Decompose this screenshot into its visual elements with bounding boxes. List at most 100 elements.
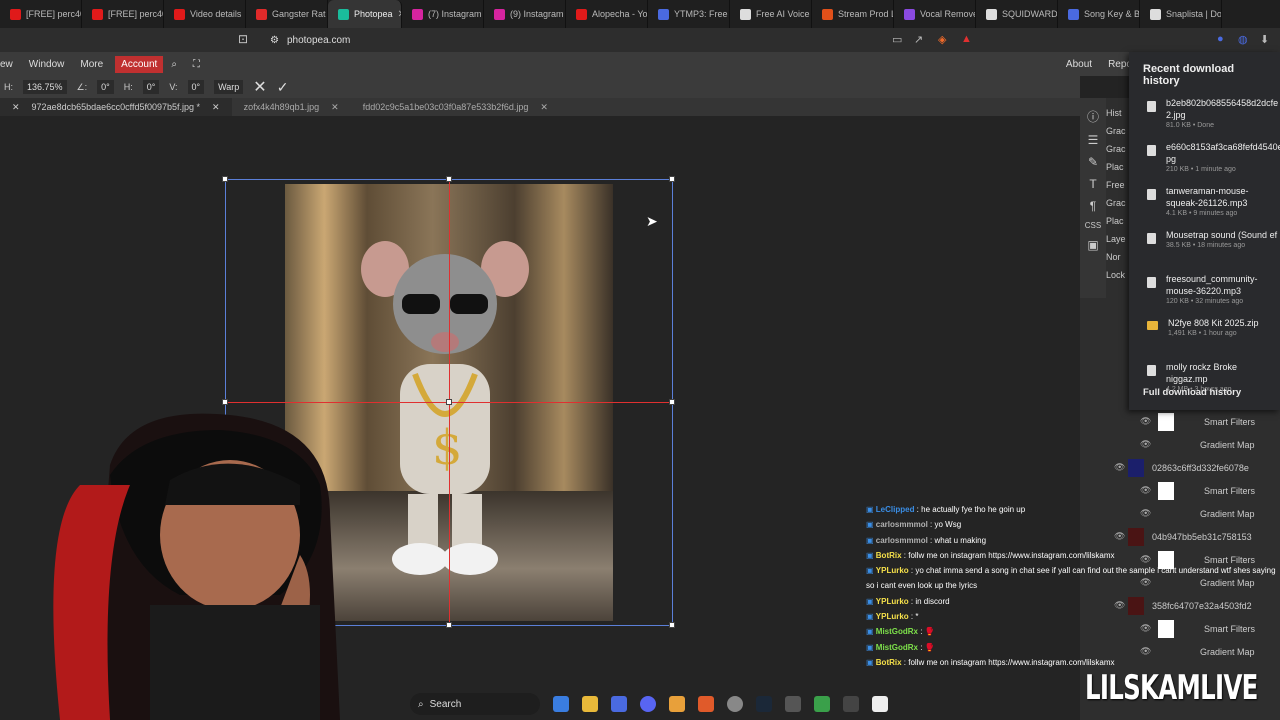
document-tab[interactable]: fdd02c9c5a1be03c03f0a87e533b2f6d.jpg ✕ [351, 102, 560, 113]
file-explorer-icon[interactable] [582, 696, 598, 712]
copilot-icon[interactable] [553, 696, 569, 712]
search-icon[interactable]: ⌕ [163, 59, 185, 70]
layer-row[interactable]: 👁 Smart Filters [1106, 479, 1280, 502]
app-icon-2[interactable] [785, 696, 801, 712]
brave-icon[interactable] [698, 696, 714, 712]
commit-transform-icon[interactable]: ✓ [277, 79, 289, 96]
browser-tab[interactable]: SQUIDWARD B [976, 0, 1058, 28]
extension-icon[interactable]: ● [1217, 33, 1224, 45]
document-tab[interactable]: ✕ 972ae8dcb65bdae6cc0cffd5f0097b5f.jpg * ✕ [0, 98, 232, 116]
browser-tab[interactable]: Snaplista | Do [1140, 0, 1222, 28]
brave-rewards-icon[interactable]: ▲ [961, 33, 972, 45]
download-item[interactable]: N2fye 808 Kit 2025.zip 1,491 KB • 1 hour … [1129, 317, 1280, 359]
warp-button[interactable]: Warp [214, 80, 244, 94]
share-icon[interactable]: ↗ [914, 33, 923, 46]
obs-icon[interactable] [727, 696, 743, 712]
css-icon[interactable]: CSS [1085, 221, 1101, 230]
visibility-eye-icon[interactable]: 👁 [1140, 416, 1151, 427]
download-item[interactable]: e660c8153af3ca68fefd4540e pg 210 KB • 1 m… [1129, 141, 1280, 183]
fullscreen-icon[interactable]: ⛶ [185, 59, 208, 70]
browser-tab[interactable]: Alopecha - You [566, 0, 648, 28]
angle-field[interactable]: 0° [97, 80, 114, 94]
browser-tab[interactable]: Free AI Voice G [730, 0, 812, 28]
close-icon[interactable]: ✕ [212, 102, 220, 113]
transform-handle-tl[interactable] [222, 176, 228, 182]
tab-label: SQUIDWARD B [1002, 9, 1058, 19]
browser-tab-bar: [FREE] perc40 [FREE] perc40 Video details G… [0, 0, 1280, 28]
bookmark-icon[interactable]: ⊡ [238, 32, 248, 46]
brave-shield-icon[interactable]: ◈ [938, 33, 946, 46]
character-icon[interactable]: T [1089, 177, 1096, 191]
close-icon[interactable]: ✕ [331, 102, 339, 113]
extension-icon-2[interactable]: ◍ [1238, 33, 1248, 46]
download-icon[interactable]: ⬇ [1260, 33, 1269, 46]
document-tab[interactable]: zofx4k4h89qb1.jpg ✕ [232, 102, 351, 113]
close-icon[interactable]: ✕ [540, 102, 548, 113]
menu-window[interactable]: Window [21, 59, 73, 70]
adjustments-icon[interactable]: ☰ [1088, 133, 1099, 147]
skew-h-field[interactable]: 0° [142, 80, 160, 94]
visibility-eye-icon[interactable]: 👁 [1140, 439, 1151, 450]
close-icon[interactable]: ✕ [12, 102, 20, 113]
browser-tab[interactable]: Photopea✕ [328, 0, 402, 28]
browser-tab[interactable]: [FREE] perc40 [0, 0, 82, 28]
info-icon[interactable]: ⓘ [1087, 108, 1099, 125]
browser-tab[interactable]: Stream Prod Li [812, 0, 894, 28]
visibility-eye-icon[interactable]: 👁 [1140, 485, 1151, 496]
transform-handle-r[interactable] [669, 399, 675, 405]
site-info-icon[interactable]: ⚙ [270, 35, 279, 46]
browser-tab[interactable]: Gangster Rat [246, 0, 328, 28]
tab-label: (7) Instagram [428, 9, 482, 19]
browser-tab[interactable]: [FREE] perc40 [82, 0, 164, 28]
menu-view[interactable]: ew [0, 59, 21, 70]
cancel-transform-icon[interactable]: ✕ [253, 77, 266, 97]
url-field[interactable]: ⚙ photopea.com [262, 31, 1280, 49]
discord-icon[interactable] [640, 696, 656, 712]
download-meta: 4.1 KB • 9 minutes ago [1166, 210, 1238, 217]
browser-tab[interactable]: YTMP3: Free Y [648, 0, 730, 28]
full-download-history-link[interactable]: Full download history [1129, 379, 1255, 406]
browser-tab[interactable]: (9) Instagram [484, 0, 566, 28]
tab-label: [FREE] perc40 [108, 9, 164, 19]
brush-icon[interactable]: ✎ [1088, 155, 1098, 169]
download-item[interactable]: tanweraman-mouse- squeak-261126.mp3 4.1 K… [1129, 185, 1280, 227]
layer-row[interactable]: 👁 Gradient Map [1106, 433, 1280, 456]
transform-handle-t[interactable] [446, 176, 452, 182]
app-icon-3[interactable] [814, 696, 830, 712]
visibility-eye-icon[interactable]: 👁 [1114, 462, 1125, 473]
cast-icon[interactable]: ▭ [892, 33, 902, 46]
transform-handle-tr[interactable] [669, 176, 675, 182]
layer-row[interactable]: 👁 Smart Filters [1106, 410, 1280, 433]
scale-field[interactable]: 136.75% [23, 80, 67, 94]
menu-about[interactable]: About [1058, 59, 1100, 70]
browser-tab[interactable]: Video details [164, 0, 246, 28]
folder-icon [1147, 321, 1158, 330]
transform-handle-c[interactable] [446, 399, 452, 405]
app-icon[interactable] [669, 696, 685, 712]
transform-handle-b[interactable] [446, 622, 452, 628]
tab-label: Gangster Rat [272, 9, 326, 19]
chat-badge-icon: ▣ [866, 596, 876, 606]
capcut-icon[interactable] [872, 696, 888, 712]
transform-handle-br[interactable] [669, 622, 675, 628]
tab-label: Photopea [354, 9, 393, 19]
app-icon-4[interactable] [843, 696, 859, 712]
store-icon[interactable] [611, 696, 627, 712]
account-button[interactable]: Account [115, 55, 164, 73]
download-item[interactable]: Mousetrap sound (Sound ef 38.5 KB • 18 mi… [1129, 229, 1280, 271]
image-icon[interactable]: ▣ [1087, 238, 1098, 252]
skew-v-field[interactable]: 0° [187, 80, 205, 94]
browser-tab[interactable]: Song Key & BP [1058, 0, 1140, 28]
taskbar-search[interactable]: ⌕ Search [410, 693, 540, 715]
download-item[interactable]: freesound_community- mouse-36220.mp3 120 … [1129, 273, 1280, 315]
menu-more[interactable]: More [72, 59, 111, 70]
browser-tab[interactable]: Vocal Remover [894, 0, 976, 28]
browser-tab[interactable]: (7) Instagram [402, 0, 484, 28]
layer-thumbnail [1158, 481, 1174, 500]
skew-h-label: H: [123, 82, 133, 92]
download-item-text: N2fye 808 Kit 2025.zip 1,491 KB • 1 hour … [1168, 317, 1259, 337]
steam-icon[interactable] [756, 696, 772, 712]
layer-row[interactable]: 👁 02863c6ff3d332fe6078e [1106, 456, 1280, 479]
paragraph-icon[interactable]: ¶ [1090, 199, 1096, 213]
download-item[interactable]: b2eb802b068556458d2dcfe 2.jpg 81.0 KB • D… [1129, 97, 1280, 139]
